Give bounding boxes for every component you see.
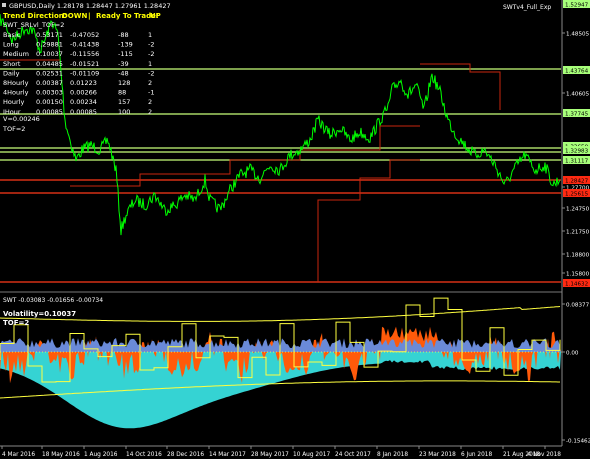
trend-value: DOWN	[62, 12, 87, 20]
price-label: 1.21750	[566, 230, 590, 236]
time-label: 8 Jan 2018	[377, 452, 408, 458]
info-row-value-1: 0.00387	[36, 79, 63, 87]
info-row-label: Hourly	[3, 98, 24, 106]
info-row-value-4: -2	[148, 69, 154, 77]
osc-label: 0.08377	[566, 303, 590, 309]
time-label: 4 Nov 2018	[528, 452, 562, 458]
info-row-value-4: 1	[148, 60, 152, 68]
info-row-value-3: -88	[118, 31, 129, 39]
time-label: 28 May 2017	[251, 452, 289, 458]
info-row-value-4: 1	[148, 31, 152, 39]
info-row-label: Medium	[3, 50, 29, 58]
price-label: 1.48505	[566, 32, 590, 38]
ready-value: UP	[150, 12, 161, 20]
price-tag: 1.14632	[565, 282, 588, 288]
price-label: 1.15800	[566, 272, 590, 278]
oscillator-title: SWT -0.03083 -0.01656 -0.00734	[3, 297, 103, 304]
info-row-value-2: 0.00266	[70, 89, 97, 97]
info-row-value-2: -0.01521	[70, 60, 99, 68]
info-row-value-3: -115	[118, 50, 133, 58]
info-row-value-1: 0.00085	[36, 108, 63, 116]
time-label: 6 Jun 2018	[461, 452, 492, 458]
info-row-value-2: -0.01109	[70, 69, 99, 77]
time-label: 28 Dec 2016	[167, 452, 204, 458]
info-row-value-4: -2	[148, 50, 154, 58]
price-tag: 1.28427	[565, 179, 589, 185]
price-tag: 1.37745	[565, 112, 589, 118]
time-label: 14 Mar 2017	[209, 452, 246, 458]
price-tag: 1.52947	[565, 3, 589, 9]
price-label: 1.40605	[566, 92, 590, 98]
price-tag: 1.43764	[565, 69, 589, 75]
symbol-icon	[2, 3, 6, 7]
info-panel-title: SWT_SRLvl_TOF=2	[3, 21, 64, 29]
time-label: 14 Oct 2016	[126, 452, 162, 458]
info-row-value-3: -139	[118, 41, 133, 49]
time-label: 23 Mar 2018	[419, 452, 456, 458]
volatility-line: Volatility=0.10037	[3, 310, 76, 318]
info-row-value-4: 2	[148, 79, 152, 87]
time-label: 10 Aug 2017	[293, 452, 330, 458]
header-separator: |	[88, 12, 91, 21]
info-row-value-3: -39	[118, 60, 129, 68]
info-row-value-3: 100	[118, 108, 130, 116]
info-row-value-3: 88	[118, 89, 126, 97]
info-row-value-3: 128	[118, 79, 130, 87]
info-row-value-3: 157	[118, 98, 130, 106]
tof-line: TOF=2	[2, 125, 25, 133]
info-row-value-4: -1	[148, 89, 154, 97]
info-row-value-1: 0.02531	[36, 69, 63, 77]
info-row-value-4: -2	[148, 41, 154, 49]
time-label: 24 Oct 2017	[335, 452, 371, 458]
symbol-line: GBPUSD,Daily 1.28178 1.28447 1.27961 1.2…	[9, 2, 171, 10]
time-label: 4 Mar 2016	[2, 452, 35, 458]
osc-label: -0.15462	[566, 439, 590, 445]
info-row-value-2: 0.00234	[70, 98, 97, 106]
info-row-label: Short	[3, 60, 21, 68]
time-label: 1 Aug 2016	[84, 452, 118, 458]
trend-label: Trend Direction:	[3, 12, 67, 20]
info-row-value-2: 0.01223	[70, 79, 97, 87]
time-label: 18 May 2016	[42, 452, 80, 458]
price-tag: 1.32983	[565, 149, 589, 155]
info-row-label: 8Hourly	[3, 79, 29, 87]
indicator-name: SWTv4_Full_Exp	[503, 4, 551, 11]
info-row-label: Basic	[3, 31, 21, 39]
info-row-value-1: 0.04485	[36, 60, 63, 68]
info-row-value-1: 0.00303	[36, 89, 63, 97]
info-row-value-1: 0.00150	[36, 98, 63, 106]
info-row-value-3: -48	[118, 69, 129, 77]
info-row-value-1: 0.29881	[36, 41, 63, 49]
price-label: 1.24750	[566, 207, 590, 213]
info-row-value-2: -0.47052	[70, 31, 99, 39]
price-label: 1.18800	[566, 253, 590, 259]
price-tag: 1.25615	[565, 192, 589, 198]
info-row-label: 4Hourly	[3, 89, 29, 97]
v-line: V=0.00246	[3, 115, 40, 123]
info-row-value-2: -0.41438	[70, 41, 99, 49]
info-row-value-4: 2	[148, 108, 152, 116]
info-row-value-4: 2	[148, 98, 152, 106]
info-row-label: Long	[3, 41, 19, 49]
info-row-value-1: 0.10037	[36, 50, 63, 58]
oscillator-tof-line: TOF=2	[3, 319, 29, 327]
info-row-label: Daily	[3, 69, 20, 77]
trading-chart[interactable]: 1.529471.485051.437641.406051.377451.336…	[0, 0, 590, 459]
osc-label: 0.00	[566, 351, 579, 357]
price-tag: 1.31117	[565, 159, 589, 165]
info-row-value-2: 0.00085	[70, 108, 97, 116]
info-row-value-1: 0.53171	[36, 31, 63, 39]
info-row-value-2: -0.11556	[70, 50, 99, 58]
